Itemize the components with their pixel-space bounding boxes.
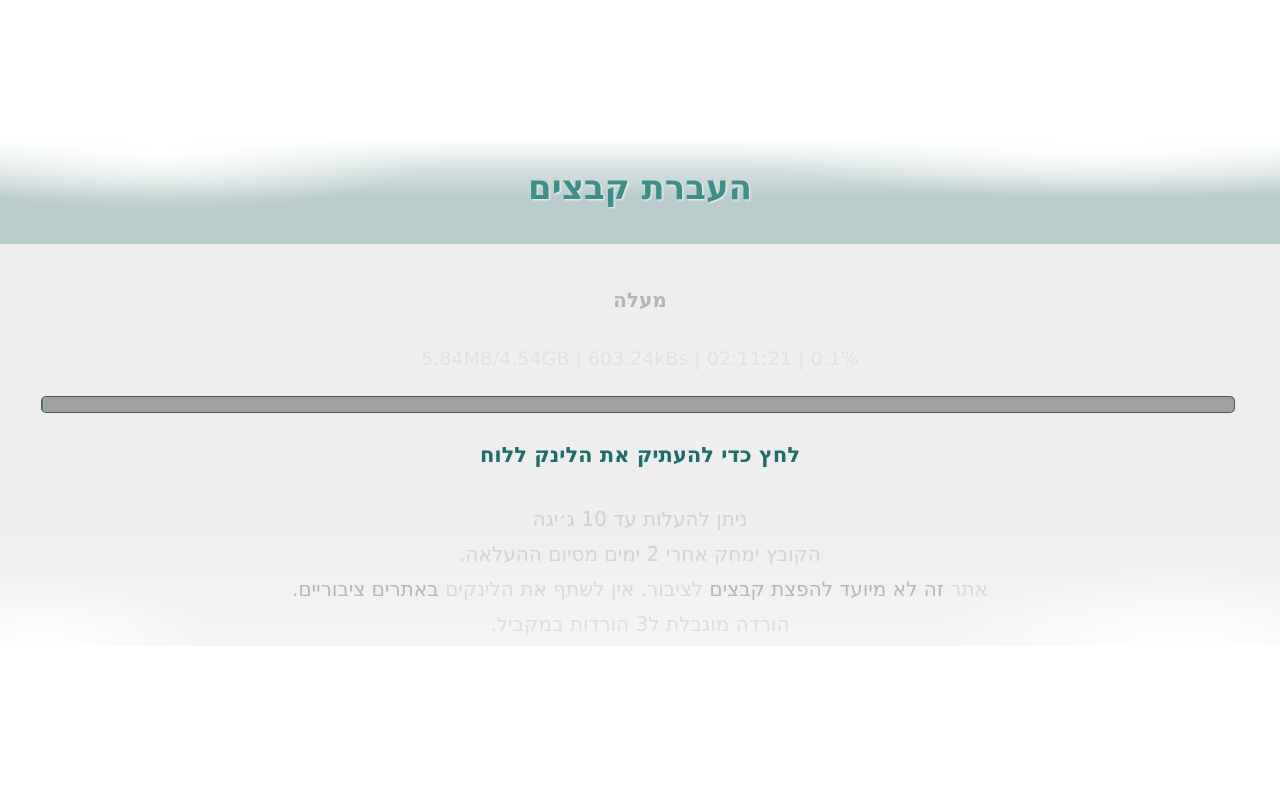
note-public-sharing-part3: לציבור. אין לשתף את הלינקים <box>445 577 704 601</box>
note-download-limit: הורדה מוגבלת ל3 הורדות במקביל. <box>490 612 790 636</box>
note-public-sharing: אתר זה לא מיועד להפצת קבצים לציבור. אין … <box>0 572 1280 607</box>
upload-notes: ניתן להעלות עד 10 ג׳יגה הקובץ ימחק אחרי … <box>0 502 1280 642</box>
note-public-sharing-part4: באתרים ציבוריים. <box>292 577 439 601</box>
upload-progress-fill <box>42 397 44 412</box>
note-public-sharing-part1: אתר <box>950 577 988 601</box>
note-deletion: הקובץ ימחק אחרי 2 ימים מסיום ההעלאה. <box>459 542 821 566</box>
upload-status-label: מעלה <box>613 288 667 312</box>
upload-panel: מעלה 5.84MB/4.54GB | 603.24kBs | 02:11:2… <box>0 244 1280 646</box>
copy-link-button[interactable]: לחץ כדי להעתיק את הלינק ללוח <box>0 443 1280 467</box>
note-size-limit: ניתן להעלות עד 10 ג׳יגה <box>532 507 748 531</box>
upload-stats: 5.84MB/4.54GB | 603.24kBs | 02:11:21 | 0… <box>421 348 859 370</box>
page-title: העברת קבצים <box>528 168 752 208</box>
note-public-sharing-part2: זה לא מיועד להפצת קבצים <box>709 577 944 601</box>
upload-progress-bar <box>41 396 1235 413</box>
page: העברת קבצים מעלה 5.84MB/4.54GB | 603.24k… <box>0 0 1280 800</box>
